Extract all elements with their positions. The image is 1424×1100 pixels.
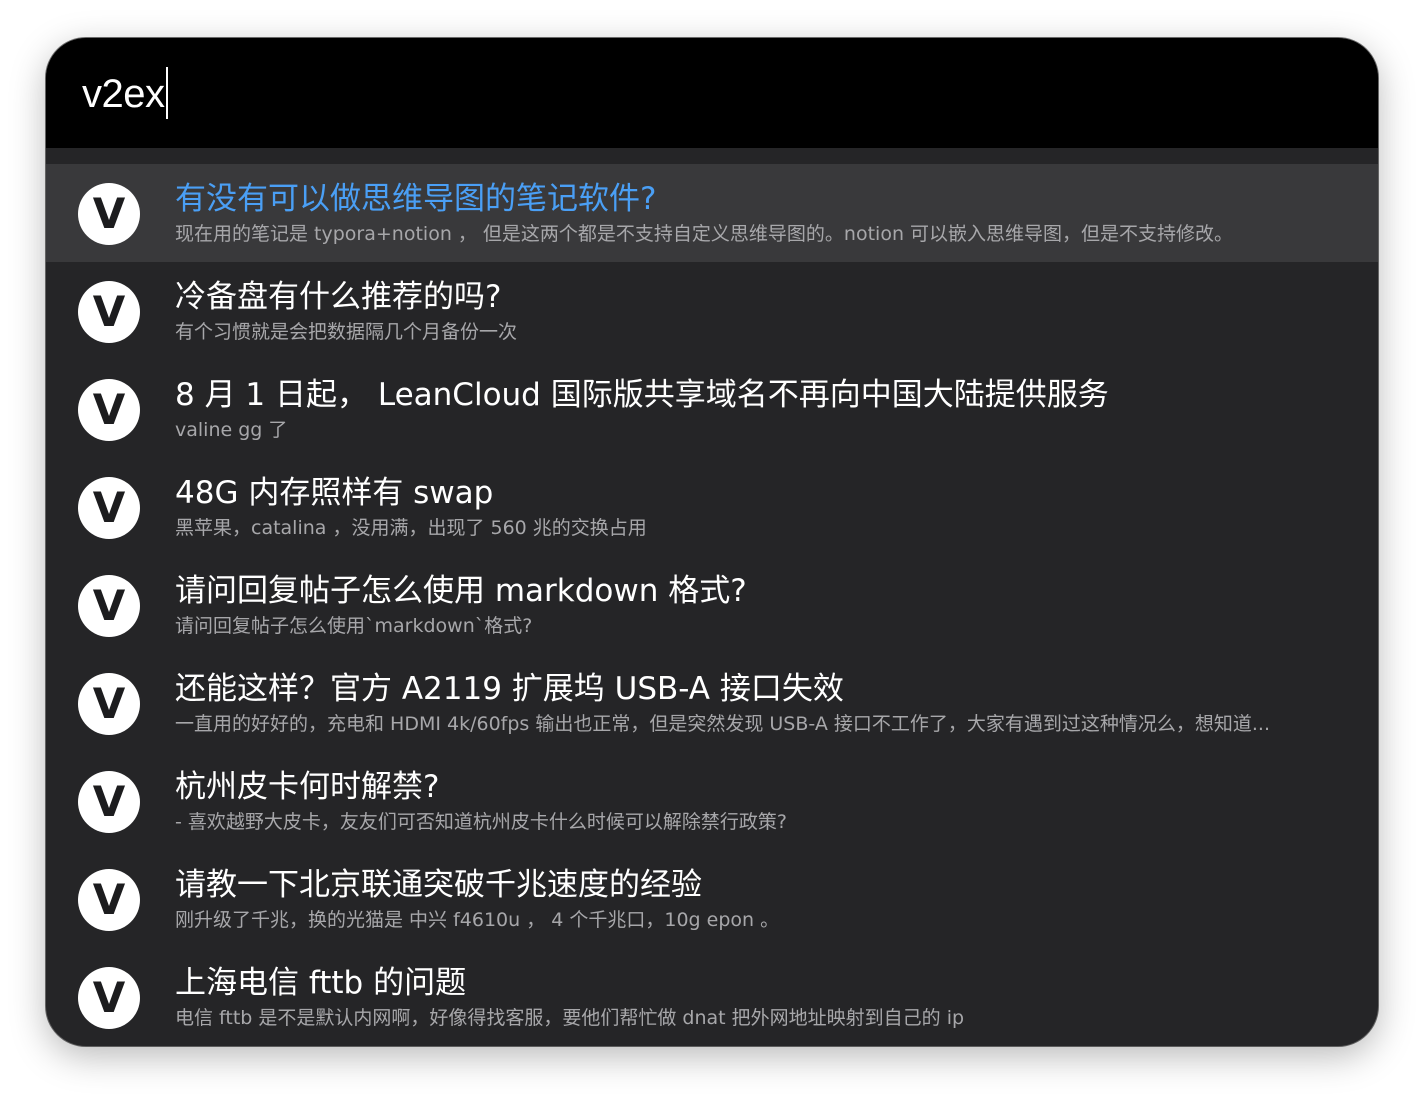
v2ex-logo-icon: V bbox=[78, 869, 140, 931]
result-subtitle: - 喜欢越野大皮卡，友友们可否知道杭州皮卡什么时候可以解除禁行政策? bbox=[175, 811, 787, 833]
v2ex-logo-icon: V bbox=[78, 967, 140, 1029]
v2ex-logo-icon: V bbox=[78, 771, 140, 833]
result-title: 还能这样？官方 A2119 扩展坞 USB-A 接口失效 bbox=[175, 671, 844, 707]
result-item[interactable]: V 请问回复帖子怎么使用 markdown 格式? 请问回复帖子怎么使用`mar… bbox=[46, 556, 1378, 654]
v2ex-logo-icon: V bbox=[78, 183, 140, 245]
result-item[interactable]: V 杭州皮卡何时解禁? - 喜欢越野大皮卡，友友们可否知道杭州皮卡什么时候可以解… bbox=[46, 752, 1378, 850]
v2ex-logo-icon: V bbox=[78, 281, 140, 343]
result-subtitle: 有个习惯就是会把数据隔几个月备份一次 bbox=[175, 321, 518, 343]
result-item[interactable]: V 还能这样？官方 A2119 扩展坞 USB-A 接口失效 一直用的好好的，充… bbox=[46, 654, 1378, 752]
result-item[interactable]: V 48G 内存照样有 swap 黑苹果，catalina ，没用满，出现了 5… bbox=[46, 458, 1378, 556]
result-title: 请教一下北京联通突破千兆速度的经验 bbox=[175, 867, 702, 903]
result-title: 上海电信 fttb 的问题 bbox=[175, 965, 467, 1001]
result-item[interactable]: V 请教一下北京联通突破千兆速度的经验 刚升级了千兆，换的光猫是 中兴 f461… bbox=[46, 850, 1378, 948]
result-item[interactable]: V 上海电信 fttb 的问题 电信 fttb 是不是默认内网啊，好像得找客服，… bbox=[46, 948, 1378, 1046]
results-list: V 有没有可以做思维导图的笔记软件? 现在用的笔记是 typora+notion… bbox=[46, 164, 1378, 1046]
result-title: 48G 内存照样有 swap bbox=[175, 475, 494, 511]
v2ex-logo-icon: V bbox=[78, 575, 140, 637]
v2ex-logo-icon: V bbox=[78, 673, 140, 735]
result-subtitle: valine gg 了 bbox=[175, 419, 288, 441]
result-subtitle: 一直用的好好的，充电和 HDMI 4k/60fps 输出也正常，但是突然发现 U… bbox=[175, 713, 1270, 735]
text-caret bbox=[165, 67, 168, 120]
launcher-window: v2ex V 有没有可以做思维导图的笔记软件? 现在用的笔记是 typora+n… bbox=[46, 38, 1378, 1046]
result-subtitle: 电信 fttb 是不是默认内网啊，好像得找客服，要他们帮忙做 dnat 把外网地… bbox=[175, 1007, 965, 1029]
result-item[interactable]: V 冷备盘有什么推荐的吗? 有个习惯就是会把数据隔几个月备份一次 bbox=[46, 262, 1378, 360]
search-bar: v2ex bbox=[46, 38, 1378, 148]
result-subtitle: 现在用的笔记是 typora+notion ， 但是这两个都是不支持自定义思维导… bbox=[175, 223, 1234, 245]
v2ex-logo-icon: V bbox=[78, 379, 140, 441]
result-title: 请问回复帖子怎么使用 markdown 格式? bbox=[175, 573, 747, 609]
result-subtitle: 请问回复帖子怎么使用`markdown`格式? bbox=[175, 615, 533, 637]
result-subtitle: 黑苹果，catalina ，没用满，出现了 560 兆的交换占用 bbox=[175, 517, 647, 539]
result-title: 8 月 1 日起， LeanCloud 国际版共享域名不再向中国大陆提供服务 bbox=[175, 377, 1109, 413]
result-title: 杭州皮卡何时解禁? bbox=[175, 769, 440, 805]
result-item[interactable]: V 8 月 1 日起， LeanCloud 国际版共享域名不再向中国大陆提供服务… bbox=[46, 360, 1378, 458]
result-item[interactable]: V 有没有可以做思维导图的笔记软件? 现在用的笔记是 typora+notion… bbox=[46, 164, 1378, 262]
result-title: 冷备盘有什么推荐的吗? bbox=[175, 279, 502, 315]
search-query-text: v2ex bbox=[82, 72, 165, 116]
v2ex-logo-icon: V bbox=[78, 477, 140, 539]
search-input[interactable]: v2ex bbox=[82, 64, 168, 124]
result-title: 有没有可以做思维导图的笔记软件? bbox=[175, 181, 657, 217]
result-subtitle: 刚升级了千兆，换的光猫是 中兴 f4610u ， 4 个千兆口，10g epon… bbox=[175, 909, 780, 931]
